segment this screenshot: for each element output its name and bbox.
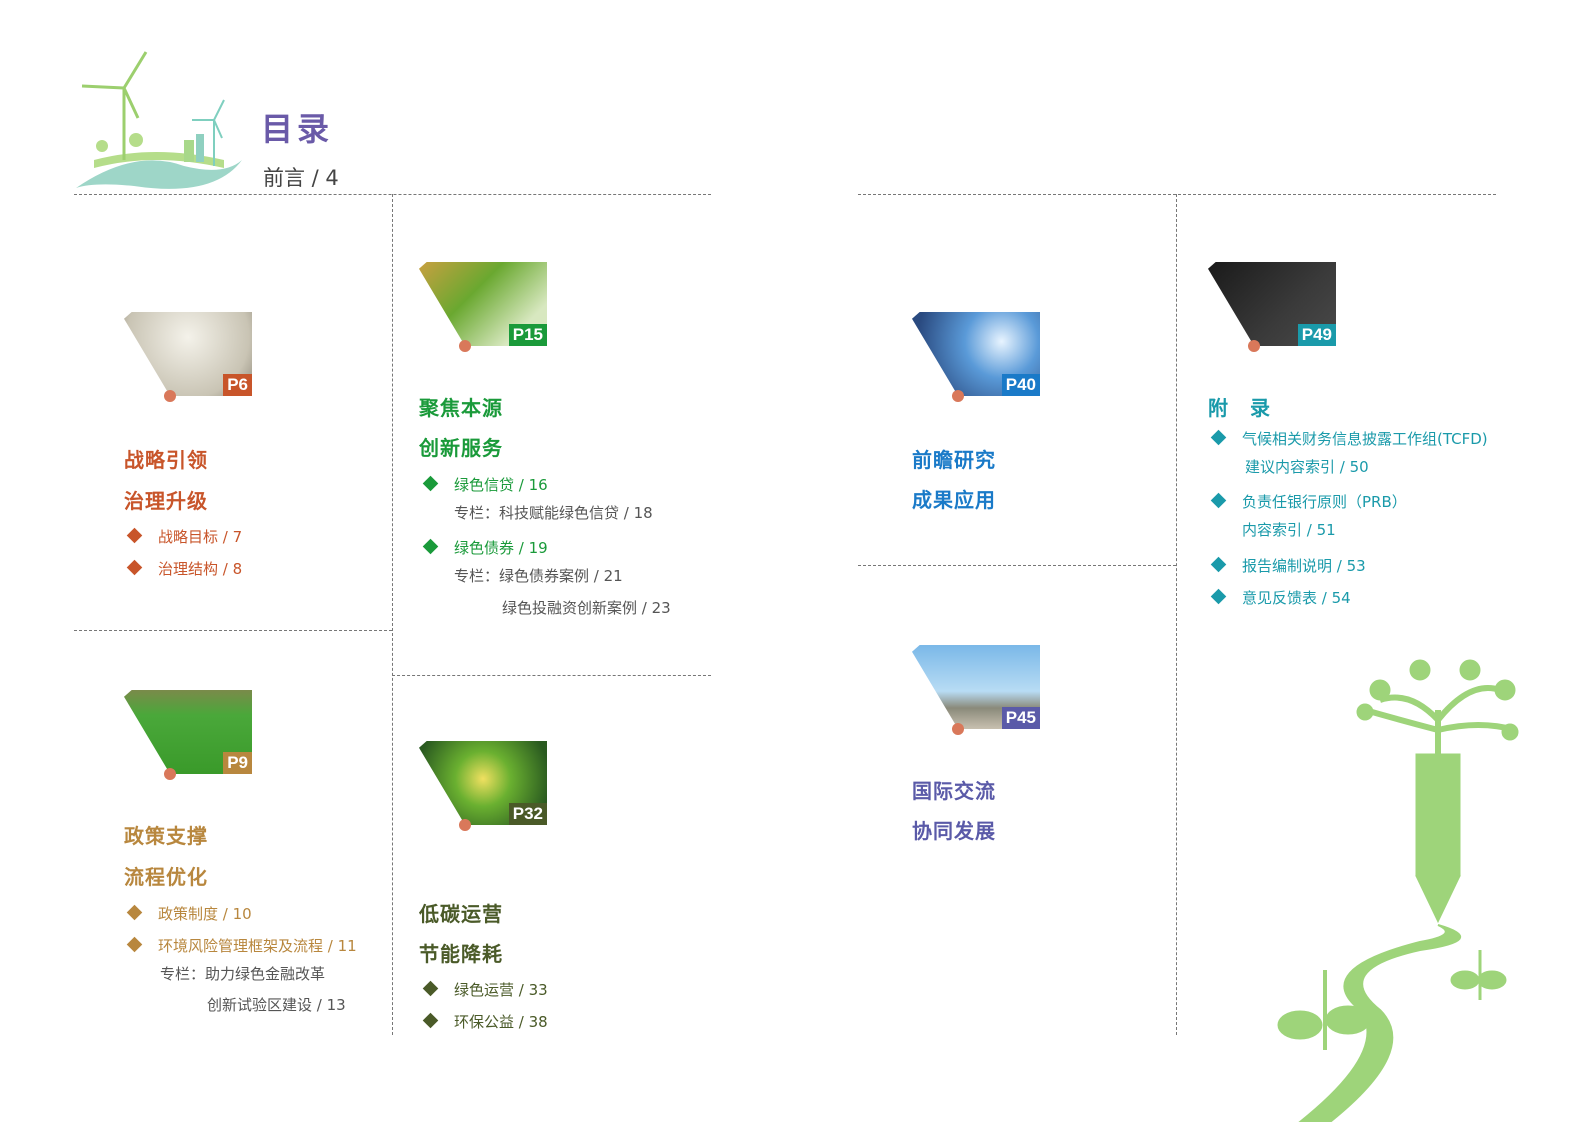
page-badge: P32 — [508, 803, 547, 825]
page-badge: P15 — [508, 324, 547, 346]
toc-item[interactable]: 意见反馈表 / 54 — [1242, 587, 1351, 608]
divider — [1176, 194, 1177, 1035]
page-badge: P49 — [1297, 324, 1336, 346]
pencil-tree-illustration — [1277, 659, 1519, 1122]
toc-item[interactable]: 环保公益 / 38 — [454, 1011, 548, 1032]
wind-turbine-illustration — [76, 51, 242, 189]
diamond-bullet-icon — [422, 980, 439, 997]
toc-item[interactable]: 政策制度 / 10 — [158, 903, 252, 924]
toc-item[interactable]: 气候相关财务信息披露工作组(TCFD) — [1242, 428, 1488, 449]
section-title[interactable]: 创新服务 — [419, 432, 503, 461]
toc-item[interactable]: 环境风险管理框架及流程 / 11 — [158, 935, 357, 956]
toc-subitem[interactable]: 创新试验区建设 / 13 — [207, 994, 346, 1015]
section-thumbnail-strategy[interactable]: P6 — [124, 312, 252, 402]
diamond-bullet-icon — [126, 527, 143, 544]
toc-item[interactable]: 绿色运营 / 33 — [454, 979, 548, 1000]
section-thumbnail-research[interactable]: P40 — [912, 312, 1040, 402]
section-thumbnail-airplane[interactable]: P45 — [912, 645, 1040, 735]
toc-item[interactable]: 绿色债券 / 19 — [454, 537, 548, 558]
preface-link[interactable]: 前言 / 4 — [263, 162, 339, 192]
toc-item[interactable]: 绿色信贷 / 16 — [454, 474, 548, 495]
diamond-bullet-icon — [422, 1012, 439, 1029]
section-title[interactable]: 成果应用 — [912, 484, 996, 513]
toc-subitem[interactable]: 专栏：助力绿色金融改革 — [160, 963, 325, 984]
toc-subitem[interactable]: 专栏：科技赋能绿色信贷 / 18 — [454, 502, 653, 523]
diamond-bullet-icon — [126, 559, 143, 576]
page-badge: P6 — [223, 374, 252, 396]
toc-item[interactable]: 报告编制说明 / 53 — [1242, 555, 1366, 576]
toc-page: 目录 前言 / 4 P6 战略引领 治理升级 战略目标 / 7 治理结构 / 8… — [0, 0, 1587, 1122]
section-title[interactable]: 政策支撑 — [124, 820, 208, 849]
page-badge: P45 — [1001, 707, 1040, 729]
toc-item[interactable]: 治理结构 / 8 — [158, 558, 242, 579]
diamond-bullet-icon — [1210, 492, 1227, 509]
section-title[interactable]: 战略引领 — [124, 444, 208, 473]
toc-subitem[interactable]: 内容索引 / 51 — [1242, 519, 1336, 540]
diamond-bullet-icon — [1210, 556, 1227, 573]
divider — [392, 675, 711, 676]
diamond-bullet-icon — [422, 538, 439, 555]
divider — [858, 565, 1176, 566]
section-thumbnail-plant[interactable]: P32 — [419, 741, 547, 831]
toc-item[interactable]: 战略目标 / 7 — [158, 526, 242, 547]
divider — [858, 194, 1496, 195]
section-title[interactable]: 附 录 — [1208, 392, 1271, 421]
section-title[interactable]: 聚焦本源 — [419, 392, 503, 421]
divider — [74, 630, 392, 631]
section-thumbnail-farmland[interactable]: P9 — [124, 690, 252, 780]
diamond-bullet-icon — [1210, 429, 1227, 446]
diamond-bullet-icon — [422, 475, 439, 492]
section-title[interactable]: 国际交流 — [912, 775, 996, 804]
page-badge: P40 — [1001, 374, 1040, 396]
page-badge: P9 — [223, 752, 252, 774]
section-thumbnail-chart-hand[interactable]: P49 — [1208, 262, 1336, 352]
section-title[interactable]: 协同发展 — [912, 815, 996, 844]
section-title[interactable]: 节能降耗 — [419, 938, 503, 967]
page-title: 目录 — [261, 110, 334, 148]
diamond-bullet-icon — [126, 904, 143, 921]
section-thumbnail-laptop[interactable]: P15 — [419, 262, 547, 352]
diamond-bullet-icon — [1210, 588, 1227, 605]
toc-subitem[interactable]: 专栏：绿色债券案例 / 21 — [454, 565, 623, 586]
section-title[interactable]: 低碳运营 — [419, 898, 503, 927]
divider — [392, 194, 393, 1035]
diamond-bullet-icon — [126, 936, 143, 953]
section-title[interactable]: 流程优化 — [124, 861, 208, 890]
toc-subitem[interactable]: 绿色投融资创新案例 / 23 — [502, 597, 671, 618]
toc-item[interactable]: 负责任银行原则（PRB） — [1242, 491, 1407, 512]
section-title[interactable]: 前瞻研究 — [912, 444, 996, 473]
toc-subitem[interactable]: 建议内容索引 / 50 — [1245, 456, 1369, 477]
section-title[interactable]: 治理升级 — [124, 485, 208, 514]
